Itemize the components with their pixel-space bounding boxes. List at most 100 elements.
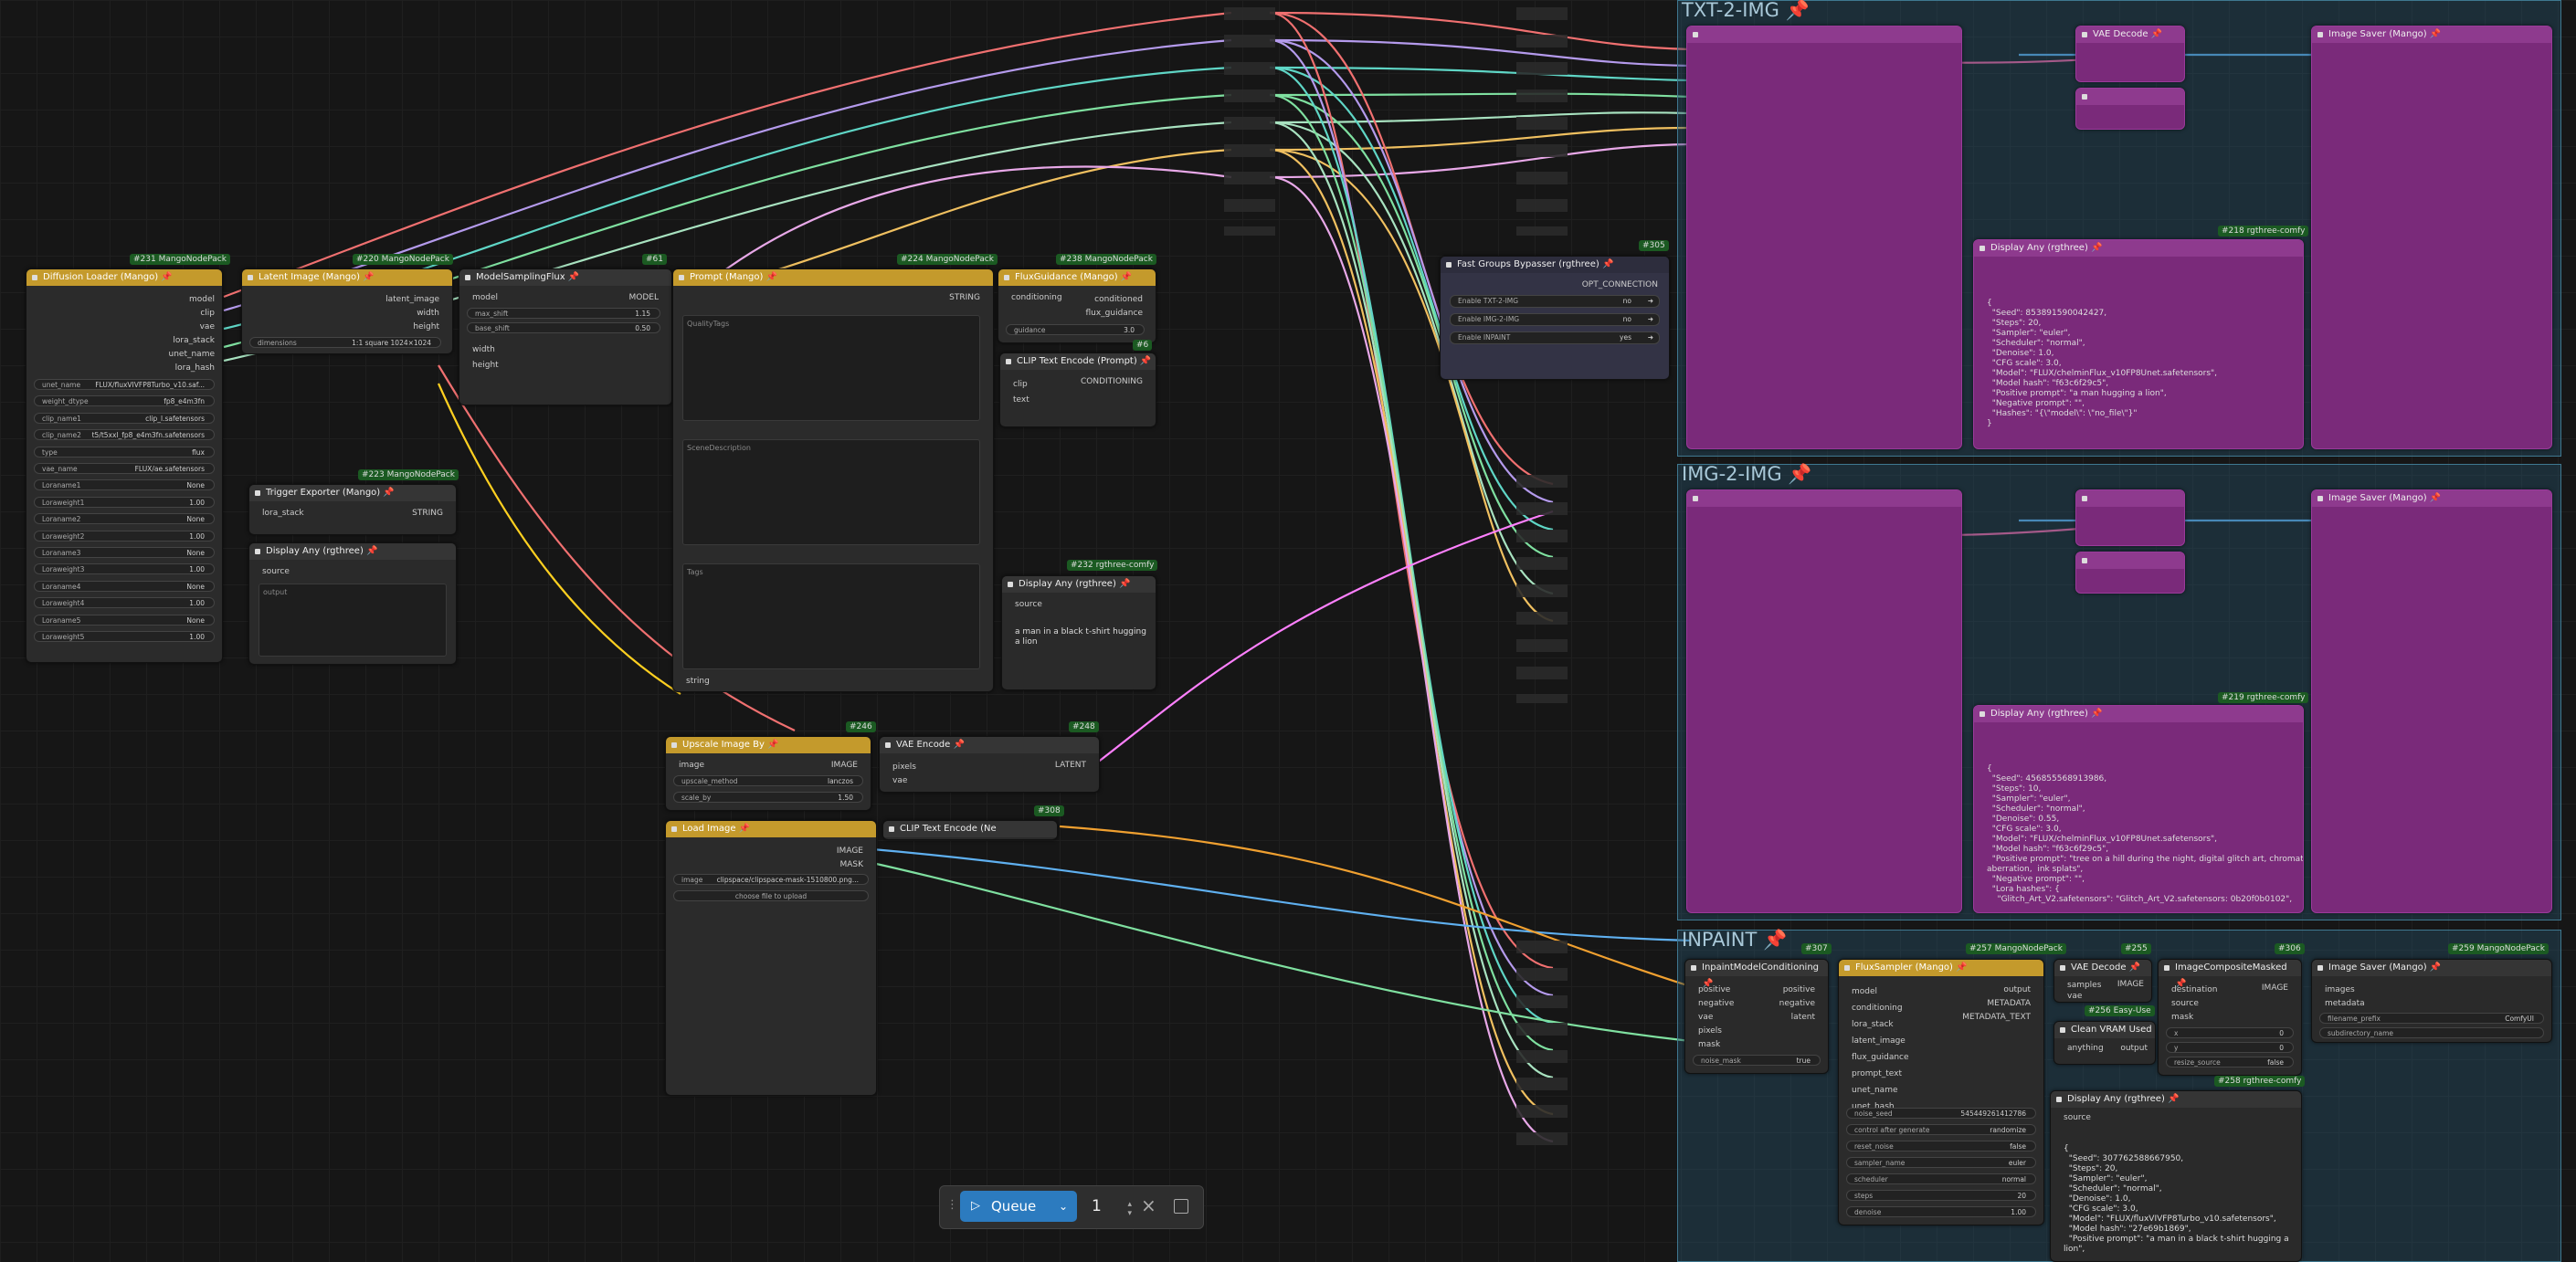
scale-by-widget[interactable]: scale_by 1.50 <box>673 792 863 803</box>
flux-guidance-node[interactable]: FluxGuidance (Mango) 📌 conditioning cond… <box>998 268 1156 343</box>
toggle-enable-txt-2-img[interactable]: Enable TXT-2-IMG no ➜ <box>1450 295 1660 308</box>
display-output-area[interactable]: output <box>259 584 447 657</box>
reroute-column-top <box>1224 0 1275 237</box>
stepper-icon[interactable]: ▴ ▾ <box>1127 1191 1132 1218</box>
vae-decode-node[interactable]: VAE Decode 📌 samples vae IMAGE <box>2053 959 2152 1003</box>
i2i-clean-vram-node[interactable] <box>2075 552 2185 594</box>
widget-clip-name2[interactable]: clip_name2 t5/t5xxl_fp8_e4m3fn.safetensor… <box>34 429 215 441</box>
display-any-node-1[interactable]: Display Any (rgthree) 📌 source output <box>248 542 457 665</box>
widget-loraweight3[interactable]: Loraweight3 1.00 <box>34 563 215 575</box>
image-composite-masked-node[interactable]: ImageCompositeMasked 📌 destination source… <box>2158 959 2302 1076</box>
base-shift-widget[interactable]: base_shift 0.50 <box>467 322 660 333</box>
i2i-display-any-node[interactable]: Display Any (rgthree) 📌 { "Seed": 456855… <box>1973 705 2304 913</box>
toggle-enable-img-2-img[interactable]: Enable IMG-2-IMG no ➜ <box>1450 313 1660 326</box>
diffusion-outputs: model clip vae lora_stack unet_name lora_hash <box>168 295 216 373</box>
trigger-exporter-node[interactable]: Trigger Exporter (Mango) 📌 lora_stack ST… <box>248 484 457 535</box>
widget-weight-dtype[interactable]: weight_dtype fp8_e4m3fn <box>34 395 215 407</box>
widget-type[interactable]: type flux <box>34 446 215 457</box>
widget-loraname3[interactable]: Loraname3 None <box>34 547 215 558</box>
image-file-widget[interactable]: image clipspace/clipspace-mask-1510800.pn… <box>673 874 869 885</box>
widget-loraweight4[interactable]: Loraweight4 1.00 <box>34 597 215 609</box>
toggle-enable-inpaint[interactable]: Enable INPAINT yes ➜ <box>1450 331 1660 344</box>
quality-tags-field[interactable]: QualityTags <box>682 315 980 421</box>
widget-loraweight2[interactable]: Loraweight2 1.00 <box>34 530 215 542</box>
display-any-node-2[interactable]: Display Any (rgthree) 📌 source a man in … <box>1001 575 1156 690</box>
latent-tag: #220 MangoNodePack <box>353 254 453 265</box>
t2i-vae-decode-node[interactable]: VAE Decode 📌 <box>2075 26 2185 82</box>
clip308-tag: #308 <box>1034 805 1064 816</box>
group-title: INPAINT 📌 <box>1682 929 1788 951</box>
flux-sampler-node[interactable]: FluxSampler (Mango) 📌 model conditioning l… <box>1838 959 2044 1225</box>
inpaint-display-any-node[interactable]: Display Any (rgthree) 📌 source { "Seed":… <box>2050 1090 2302 1262</box>
widget-control-after-generate[interactable]: control after generate randomize <box>1846 1124 2036 1135</box>
queue-toolbar: ⋮ ▷ Queue ⌄ 1 ▴ ▾ × <box>939 1185 1204 1229</box>
widget-unet-name[interactable]: unet_name FLUX/fluxVIVFP8Turbo_v10.saf... <box>34 379 215 390</box>
y-widget[interactable]: y0 <box>2166 1042 2294 1053</box>
x-widget[interactable]: x0 <box>2166 1027 2294 1038</box>
widget-denoise[interactable]: denoise 1.00 <box>1846 1206 2036 1217</box>
display-output: a man in a black t-shirt hugging a lion <box>1015 627 1146 647</box>
i2i-sampler-node[interactable] <box>1686 489 1962 913</box>
widget-clip-name1[interactable]: clip_name1 clip_l.safetensors <box>34 412 215 424</box>
clip-text-encode-node[interactable]: CLIP Text Encode (Prompt) 📌 clip text CON… <box>999 352 1156 427</box>
fluxguid-tag: #238 MangoNodePack <box>1056 254 1156 265</box>
widget-noise-seed[interactable]: noise_seed 545449261412786 <box>1846 1108 2036 1119</box>
t2i-image-saver-node[interactable]: Image Saver (Mango) 📌 <box>2311 26 2552 449</box>
display-output: { "Seed": 307762588667950, "Steps": 20, … <box>2064 1144 2289 1254</box>
subdirectory-widget[interactable]: subdirectory_name <box>2319 1027 2544 1038</box>
fluxsampler-tag: #257 MangoNodePack <box>1966 943 2066 954</box>
t2i-sampler-node[interactable] <box>1686 26 1962 449</box>
i2i-image-saver-node[interactable]: Image Saver (Mango) 📌 <box>2311 489 2552 913</box>
widget-loraname5[interactable]: Loraname5 None <box>34 614 215 626</box>
widget-loraname2[interactable]: Loraname2 None <box>34 513 215 525</box>
dimensions-select[interactable]: dimensions 1:1 square 1024×1024 <box>249 337 441 348</box>
batch-count-input[interactable]: 1 ▴ ▾ <box>1082 1191 1137 1222</box>
load-image-node[interactable]: Load Image 📌 IMAGE MASK image clipspace/cl… <box>665 820 877 1096</box>
model-sampling-flux-node[interactable]: ModelSamplingFlux 📌 model MODEL max_shif… <box>459 268 672 405</box>
display-output: { "Seed": 456855568913986, "Steps": 10, … <box>1987 764 2304 904</box>
arrow-right-icon[interactable]: ➜ <box>1648 332 1653 343</box>
latent-image-node[interactable]: Latent Image (Mango) 📌 latent_image width… <box>241 268 453 354</box>
widget-loraname1[interactable]: Loraname1 None <box>34 479 215 491</box>
t2i-clean-vram-node[interactable] <box>2075 88 2185 130</box>
imgsaver-tag: #259 MangoNodePack <box>2448 943 2549 954</box>
image-saver-node[interactable]: Image Saver (Mango) 📌 images metadata fil… <box>2311 959 2552 1043</box>
i2i-vae-decode-node[interactable] <box>2075 489 2185 546</box>
diffusion-loader-node[interactable]: Diffusion Loader (Mango) 📌 model clip vae l… <box>26 268 223 663</box>
queue-button[interactable]: ▷ Queue ⌄ <box>960 1191 1077 1222</box>
inp-display-tag: #258 rgthree-comfy <box>2214 1076 2306 1087</box>
upload-button[interactable]: choose file to upload <box>673 890 869 901</box>
arrow-right-icon[interactable]: ➜ <box>1648 296 1653 307</box>
widget-steps[interactable]: steps 20 <box>1846 1190 2036 1201</box>
widget-loraweight1[interactable]: Loraweight1 1.00 <box>34 496 215 508</box>
inpaint-model-conditioning-node[interactable]: InpaintModelConditioning 📌 positive negat… <box>1684 959 1829 1074</box>
widget-reset-noise[interactable]: reset_noise false <box>1846 1141 2036 1152</box>
chevron-down-icon[interactable]: ⌄ <box>1059 1191 1068 1222</box>
widget-sampler-name[interactable]: sampler_name euler <box>1846 1157 2036 1168</box>
noise-mask-widget[interactable]: noise_mask true <box>1693 1055 1821 1066</box>
prompt-tag: #224 MangoNodePack <box>897 254 998 265</box>
widget-scheduler[interactable]: scheduler normal <box>1846 1173 2036 1184</box>
panel-toggle-icon[interactable] <box>1174 1199 1188 1214</box>
clean-vram-node[interactable]: Clean VRAM Used anything output <box>2053 1021 2156 1065</box>
scene-description-field[interactable]: SceneDescription <box>682 439 980 545</box>
filename-prefix-widget[interactable]: filename_prefix ComfyUI <box>2319 1013 2544 1024</box>
vae-encode-node[interactable]: VAE Encode 📌 pixels vae LATENT <box>879 736 1100 793</box>
drag-handle-icon[interactable]: ⋮ <box>946 1198 958 1212</box>
resize-source-widget[interactable]: resize_source false <box>2166 1057 2294 1067</box>
widget-loraname4[interactable]: Loraname4 None <box>34 580 215 592</box>
clip-text-encode-308-node[interactable]: CLIP Text Encode (Ne <box>882 820 1058 840</box>
max-shift-widget[interactable]: max_shift 1.15 <box>467 308 660 319</box>
guidance-widget[interactable]: guidance 3.0 <box>1006 324 1145 335</box>
vaedec-tag: #255 <box>2121 943 2151 954</box>
upscale-method-widget[interactable]: upscale_method lanczos <box>673 775 863 786</box>
close-icon[interactable]: × <box>1141 1194 1156 1216</box>
widget-vae-name[interactable]: vae_name FLUX/ae.safetensors <box>34 463 215 474</box>
tags-field[interactable]: Tags <box>682 563 980 669</box>
widget-loraweight5[interactable]: Loraweight5 1.00 <box>34 631 215 642</box>
fast-groups-bypasser-node[interactable]: Fast Groups Bypasser (rgthree) 📌 OPT_CON… <box>1440 256 1670 380</box>
prompt-node[interactable]: Prompt (Mango) 📌 STRING QualityTags Scen… <box>672 268 994 692</box>
t2i-display-any-node[interactable]: Display Any (rgthree) 📌 { "Seed": 853891… <box>1973 239 2304 449</box>
upscale-image-node[interactable]: Upscale Image By 📌 image IMAGE upscale_m… <box>665 736 871 811</box>
arrow-right-icon[interactable]: ➜ <box>1648 314 1653 325</box>
